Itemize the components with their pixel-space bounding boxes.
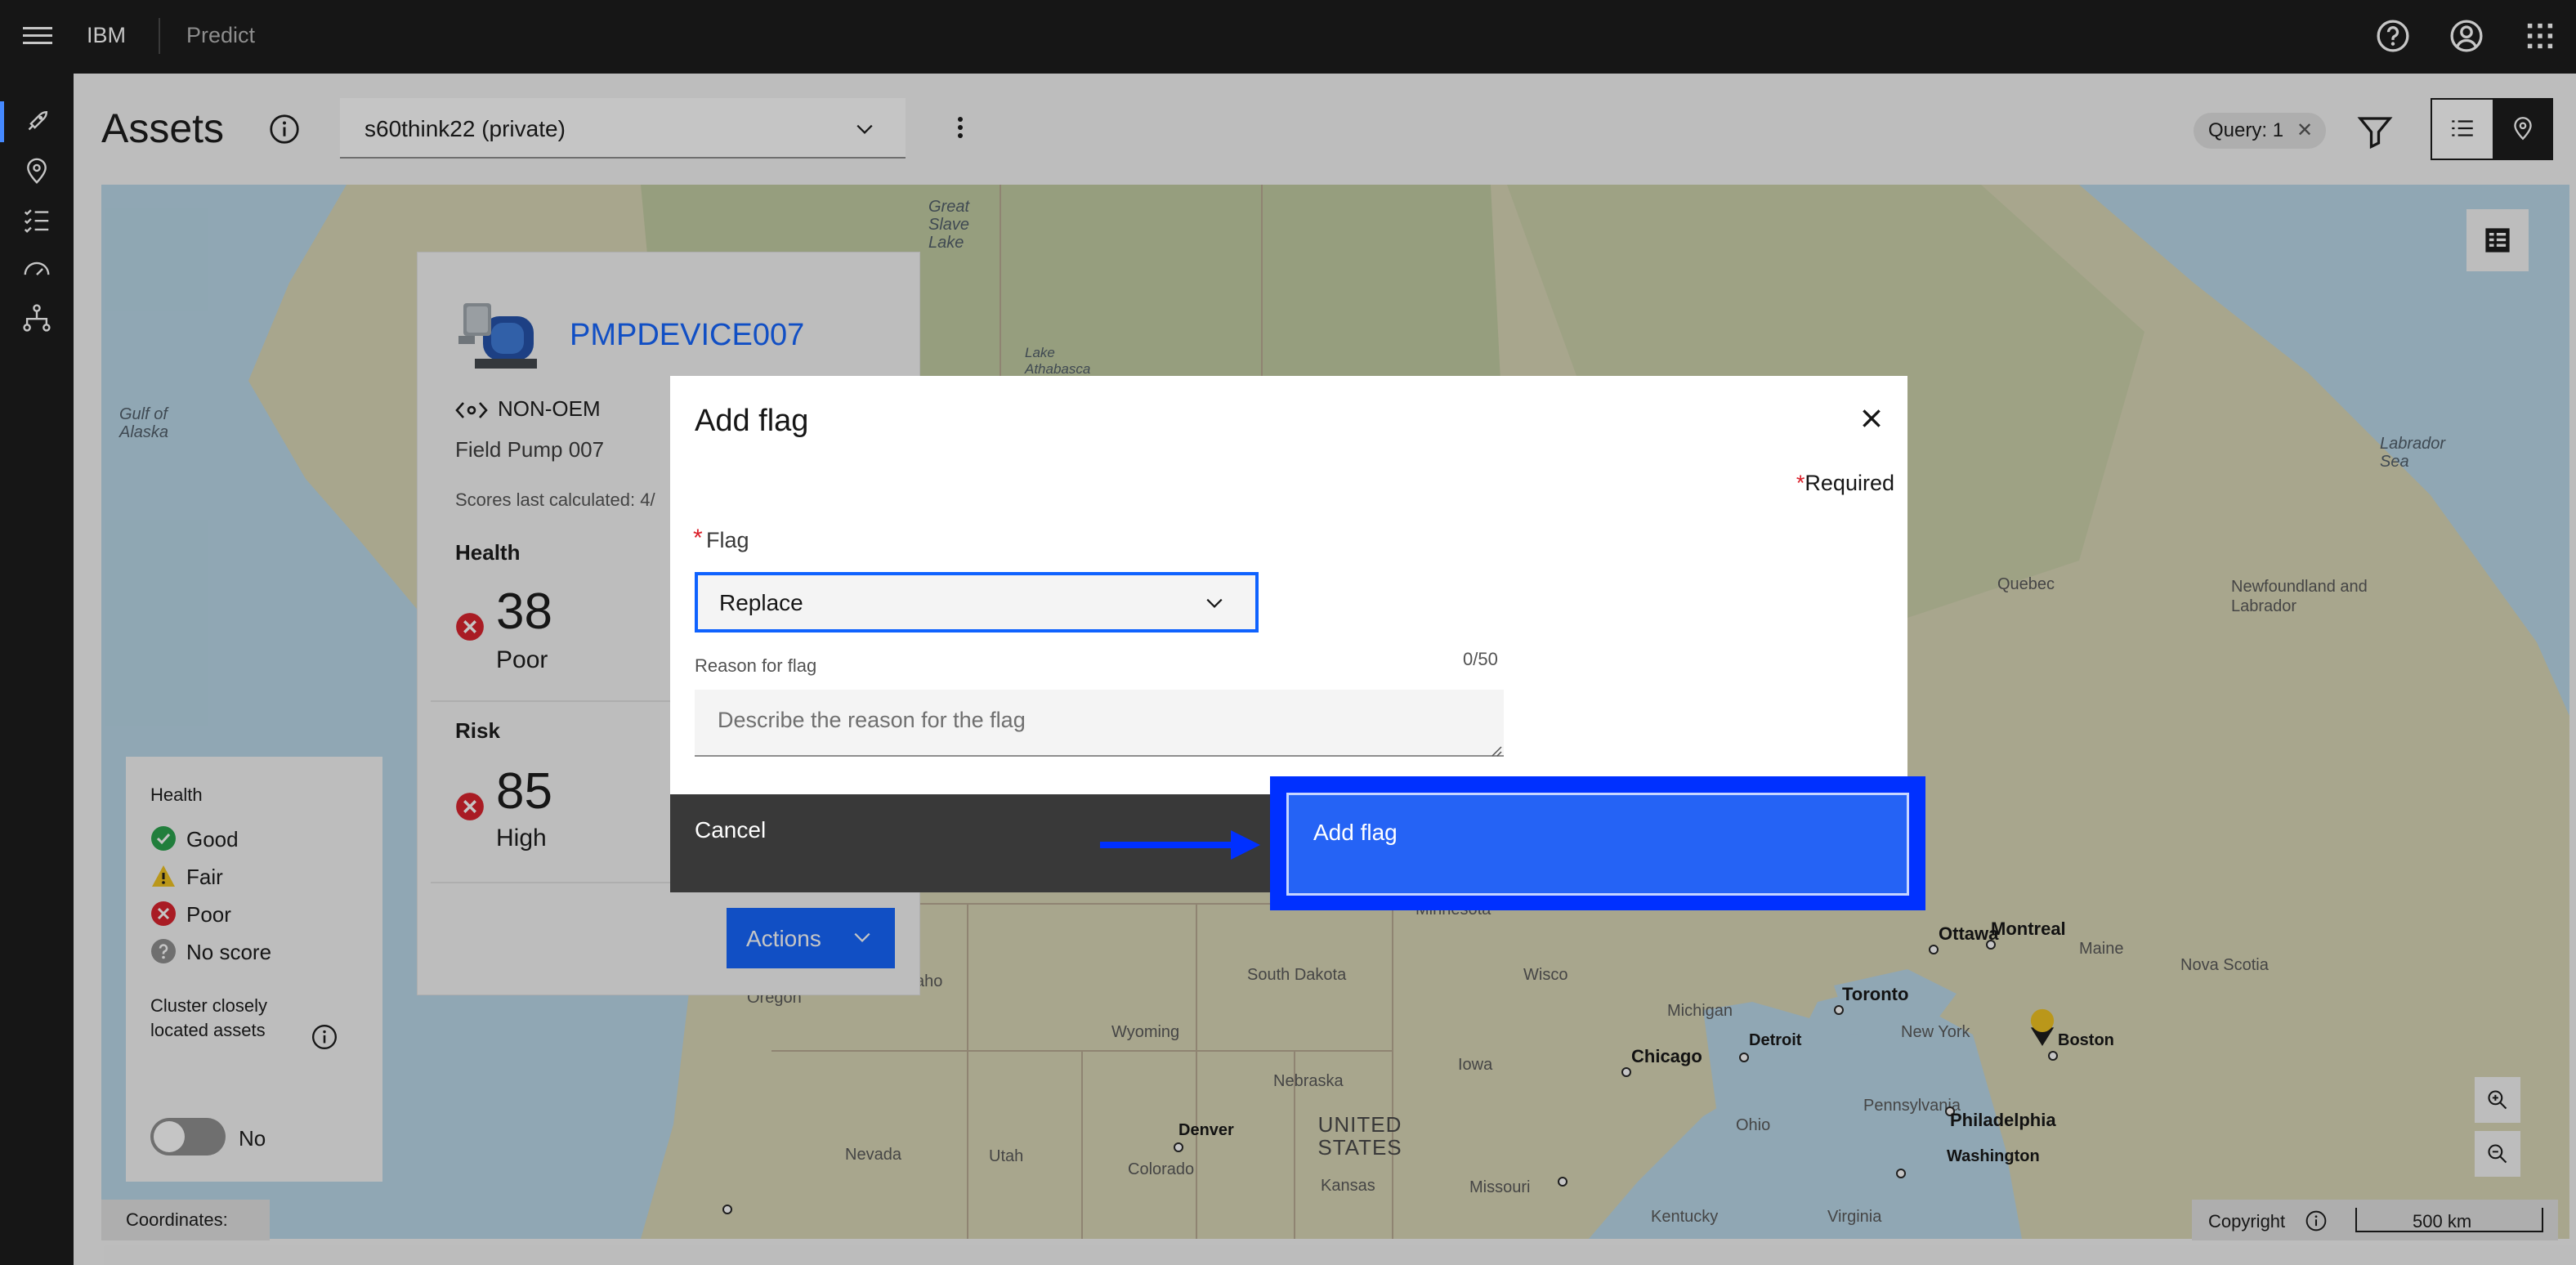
flag-select-value: Replace [719,590,803,615]
required-note-text: Required [1805,471,1894,495]
reason-field-label: Reason for flag [695,655,817,676]
brand-name[interactable]: IBM [87,23,126,48]
top-header: IBM Predict [0,0,2576,74]
reason-char-counter: 0/50 [1463,649,1498,669]
help-icon[interactable] [2375,18,2411,54]
hamburger-menu-icon[interactable] [23,22,52,51]
side-nav [0,74,74,1265]
required-asterisk: * [1796,471,1805,495]
chevron-down-icon [1206,598,1223,608]
required-asterisk: * [693,525,703,552]
resize-handle-icon[interactable] [1489,744,1502,757]
reason-textarea[interactable] [695,690,1504,757]
header-divider [159,18,160,54]
modal-title: Add flag [695,404,809,438]
product-name[interactable]: Predict [186,23,255,48]
flag-select[interactable]: Replace [695,572,1259,632]
flag-field-label: * Flag [693,525,749,553]
add-flag-button-label: Add flag [1313,820,1398,845]
side-nav-active-indicator [0,101,4,142]
close-icon[interactable] [1854,400,1890,436]
user-avatar-icon[interactable] [2449,18,2484,54]
checklist-icon[interactable] [21,204,52,235]
add-flag-button[interactable]: Add flag [1286,793,1909,896]
required-note: *Required [1796,471,1894,496]
arrow-right-icon [1100,830,1260,860]
location-icon[interactable] [21,155,52,186]
app-switcher-icon[interactable] [2522,18,2558,54]
flag-label-text: Flag [706,528,749,552]
hierarchy-icon[interactable] [21,302,52,333]
rocket-icon[interactable] [21,106,52,137]
cancel-button-label: Cancel [695,817,767,843]
dashboard-gauge-icon[interactable] [21,253,52,284]
